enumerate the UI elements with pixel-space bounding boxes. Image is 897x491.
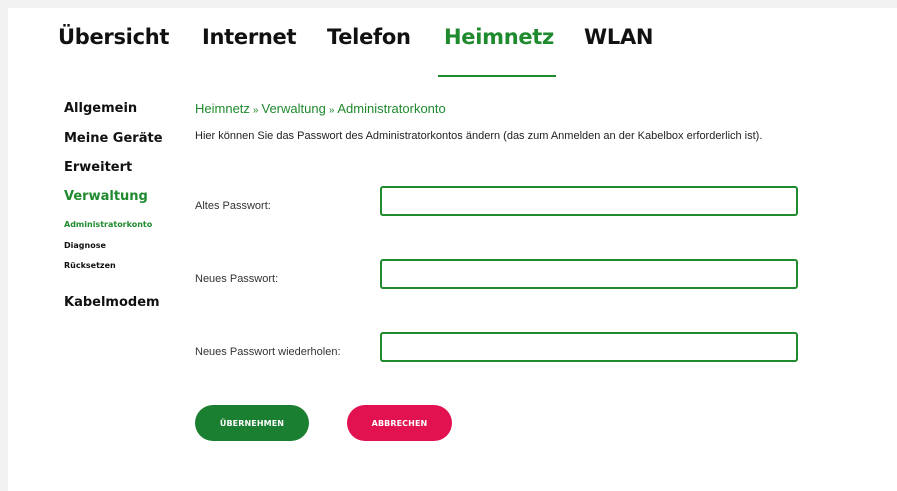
sidebar-item-erweitert[interactable]: Erweitert xyxy=(64,160,132,175)
old-password-input[interactable] xyxy=(380,186,798,216)
sidebar-item-kabelmodem[interactable]: Kabelmodem xyxy=(64,295,160,310)
sidebar-subitem-ruecksetzen[interactable]: Rücksetzen xyxy=(64,261,116,270)
top-navigation: Übersicht Internet Telefon Heimnetz WLAN xyxy=(8,25,897,77)
page-description: Hier können Sie das Passwort des Adminis… xyxy=(195,130,763,142)
tab-telefon[interactable]: Telefon xyxy=(327,25,411,49)
tab-internet[interactable]: Internet xyxy=(202,25,297,49)
breadcrumb-separator: » xyxy=(252,105,259,116)
breadcrumb-heimnetz[interactable]: Heimnetz xyxy=(195,101,250,116)
main-panel: Übersicht Internet Telefon Heimnetz WLAN… xyxy=(8,8,897,491)
new-password-input[interactable] xyxy=(380,259,798,289)
repeat-password-label: Neues Passwort wiederholen: xyxy=(195,346,341,358)
save-button[interactable]: ÜBERNEHMEN xyxy=(195,405,309,441)
breadcrumb-verwaltung[interactable]: Verwaltung xyxy=(261,101,325,116)
tab-heimnetz[interactable]: Heimnetz xyxy=(444,25,554,49)
sidebar-subitem-diagnose[interactable]: Diagnose xyxy=(64,241,106,250)
sidebar-item-verwaltung[interactable]: Verwaltung xyxy=(64,189,148,204)
cancel-button[interactable]: ABBRECHEN xyxy=(347,405,452,441)
sidebar-item-allgemein[interactable]: Allgemein xyxy=(64,101,137,116)
sidebar-item-meine-geraete[interactable]: Meine Geräte xyxy=(64,131,163,146)
breadcrumb: Heimnetz» Verwaltung» Administratorkonto xyxy=(195,101,446,116)
sidebar-subitem-administratorkonto[interactable]: Administratorkonto xyxy=(64,220,152,229)
old-password-label: Altes Passwort: xyxy=(195,200,271,212)
active-tab-indicator xyxy=(438,75,556,77)
tab-wlan[interactable]: WLAN xyxy=(584,25,653,49)
repeat-password-input[interactable] xyxy=(380,332,798,362)
breadcrumb-separator: » xyxy=(328,105,335,116)
new-password-label: Neues Passwort: xyxy=(195,273,279,285)
breadcrumb-administratorkonto[interactable]: Administratorkonto xyxy=(337,101,445,116)
tab-uebersicht[interactable]: Übersicht xyxy=(58,25,169,49)
